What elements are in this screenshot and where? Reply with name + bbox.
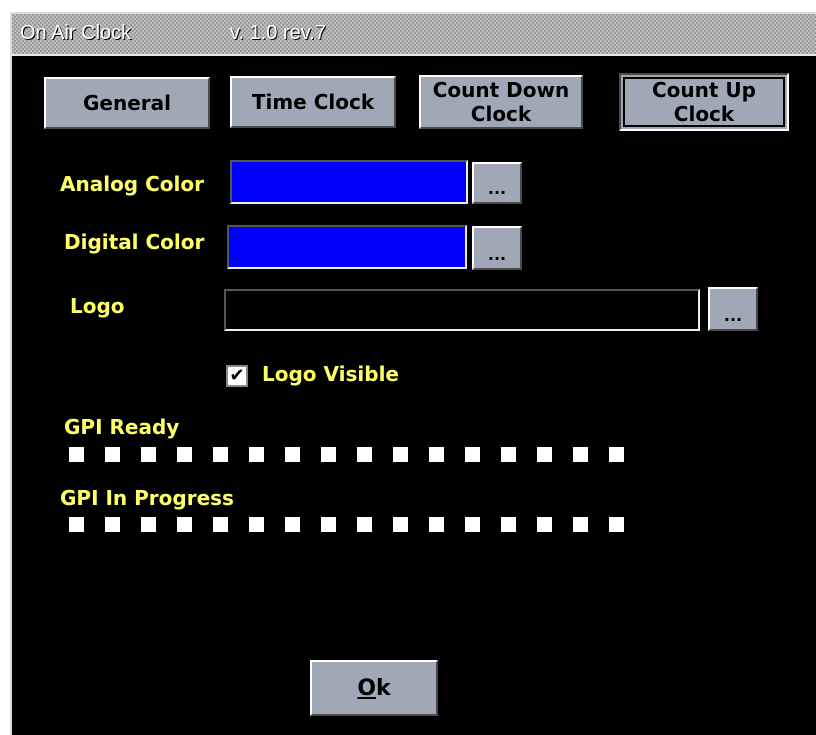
gpi-ready-indicators xyxy=(69,447,624,462)
gpi-in-progress-indicator xyxy=(501,517,516,532)
gpi-ready-indicator xyxy=(249,447,264,462)
ok-label-rest: k xyxy=(376,675,391,701)
logo-visible-label[interactable]: Logo Visible xyxy=(262,362,399,386)
digital-color-picker-button[interactable]: ... xyxy=(472,226,522,270)
gpi-in-progress-indicator xyxy=(465,517,480,532)
logo-path-input[interactable] xyxy=(224,289,700,331)
gpi-in-progress-indicator xyxy=(357,517,372,532)
digital-color-swatch[interactable] xyxy=(227,225,467,269)
analog-color-label: Analog Color xyxy=(60,172,204,196)
gpi-ready-indicator xyxy=(105,447,120,462)
gpi-ready-indicator xyxy=(537,447,552,462)
gpi-in-progress-indicator xyxy=(429,517,444,532)
gpi-in-progress-indicator xyxy=(177,517,192,532)
analog-color-picker-label: ... xyxy=(487,179,507,198)
gpi-ready-indicator xyxy=(609,447,624,462)
gpi-in-progress-indicator xyxy=(393,517,408,532)
gpi-ready-indicator xyxy=(429,447,444,462)
gpi-ready-indicator xyxy=(357,447,372,462)
tab-time-clock[interactable]: Time Clock xyxy=(230,76,396,128)
gpi-in-progress-indicator xyxy=(105,517,120,532)
tab-time-clock-label: Time Clock xyxy=(251,90,375,114)
gpi-in-progress-indicator xyxy=(537,517,552,532)
gpi-in-progress-indicator xyxy=(69,517,84,532)
gpi-ready-indicator xyxy=(321,447,336,462)
gpi-in-progress-indicator xyxy=(285,517,300,532)
tab-general[interactable]: General xyxy=(44,77,210,129)
gpi-ready-indicator xyxy=(393,447,408,462)
tab-count-down-clock-label: Count Down Clock xyxy=(432,78,570,126)
tab-count-down-clock[interactable]: Count Down Clock xyxy=(419,75,583,129)
analog-color-swatch[interactable] xyxy=(230,160,468,204)
gpi-ready-indicator xyxy=(69,447,84,462)
analog-color-picker-button[interactable]: ... xyxy=(472,162,522,204)
gpi-in-progress-indicator xyxy=(321,517,336,532)
gpi-ready-label: GPI Ready xyxy=(64,415,180,439)
tab-general-label: General xyxy=(83,91,171,115)
window-title: On Air Clock xyxy=(20,22,132,44)
gpi-in-progress-indicator xyxy=(249,517,264,532)
title-bar[interactable]: On Air Clock v. 1.0 rev.7 xyxy=(12,14,816,56)
logo-browse-button[interactable]: ... xyxy=(708,287,758,331)
gpi-ready-indicator xyxy=(465,447,480,462)
version-label: v. 1.0 rev.7 xyxy=(230,22,326,44)
gpi-ready-indicator xyxy=(213,447,228,462)
gpi-ready-indicator xyxy=(177,447,192,462)
gpi-ready-indicator xyxy=(285,447,300,462)
check-mark-icon: ✔ xyxy=(229,365,245,386)
ok-mnemonic: O xyxy=(357,675,377,701)
gpi-in-progress-indicator xyxy=(141,517,156,532)
logo-label: Logo xyxy=(70,294,125,318)
gpi-ready-indicator xyxy=(573,447,588,462)
logo-visible-checkbox[interactable]: ✔ xyxy=(226,365,248,387)
ok-button[interactable]: Ok xyxy=(310,660,438,716)
on-air-clock-window: On Air Clock v. 1.0 rev.7 General Time C… xyxy=(10,12,816,735)
digital-color-label: Digital Color xyxy=(64,230,205,254)
digital-color-picker-label: ... xyxy=(487,245,507,264)
tab-count-up-clock-label: Count Up Clock xyxy=(652,78,756,126)
gpi-in-progress-indicators xyxy=(69,517,624,532)
gpi-ready-indicator xyxy=(501,447,516,462)
gpi-in-progress-indicator xyxy=(213,517,228,532)
gpi-in-progress-indicator xyxy=(609,517,624,532)
gpi-ready-indicator xyxy=(141,447,156,462)
logo-browse-label: ... xyxy=(723,306,743,325)
gpi-in-progress-label: GPI In Progress xyxy=(60,486,234,510)
tab-count-up-clock[interactable]: Count Up Clock xyxy=(619,73,789,131)
gpi-in-progress-indicator xyxy=(573,517,588,532)
